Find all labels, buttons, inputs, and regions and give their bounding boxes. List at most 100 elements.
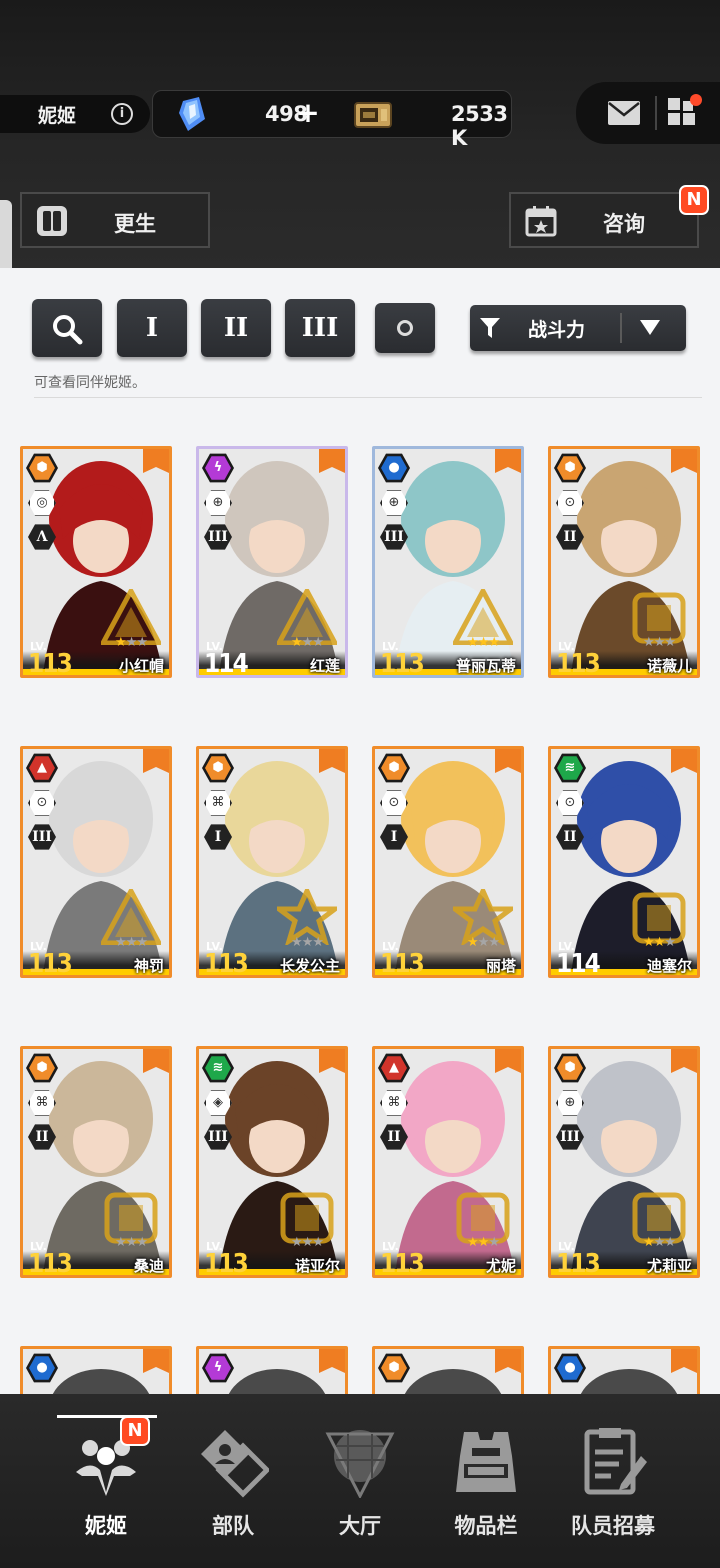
nikke-card[interactable]: LV. 113 ★★★ 尤妮 ▲ ⌘ II (372, 1018, 524, 1278)
nikke-new-badge: N (120, 1416, 150, 1446)
consult-button[interactable]: 咨询 (509, 192, 699, 248)
calendar-icon (525, 206, 557, 237)
notification-dot (690, 94, 702, 106)
nav-lobby[interactable]: 大厅 (288, 1394, 432, 1568)
level-value: 113 (204, 1249, 249, 1278)
character-name: 普丽瓦蒂 (455, 657, 516, 675)
character-name: 小红帽 (118, 657, 164, 675)
filter-burst-2[interactable]: II (201, 299, 271, 357)
level-value: 113 (204, 949, 249, 978)
star-rating: ★★★ (115, 1235, 148, 1250)
star-rating: ★★★ (467, 935, 500, 950)
character-name: 长发公主 (279, 957, 340, 975)
divider (655, 96, 657, 130)
card-frame: LV. 113 ★★★ 诺亚尔 ≋ ◈ III (196, 1046, 348, 1278)
nikke-card-partial[interactable]: ϟ (196, 1318, 348, 1394)
nikke-card[interactable]: LV. 113 ★★★ 桑迪 ⬢ ⌘ II (20, 1018, 172, 1278)
nav-squad-label: 部队 (212, 1514, 254, 1538)
nikke-card[interactable]: LV. 114 ★★★ 红莲 ϟ ⊕ III (196, 418, 348, 678)
nikke-card-partial[interactable]: ● (20, 1318, 172, 1394)
level-value: 113 (28, 1249, 73, 1278)
mail-icon[interactable] (608, 101, 640, 125)
card-frame: LV. 113 ★★★ 尤莉亚 ⬢ ⊕ III (548, 1046, 700, 1278)
credit-icon (354, 102, 392, 128)
nav-squad[interactable]: 部队 (161, 1394, 305, 1568)
search-button[interactable] (32, 299, 102, 357)
nikke-card-partial[interactable]: ⬢ (372, 1318, 524, 1394)
level-value: 114 (204, 649, 249, 678)
filter-funnel-icon (480, 318, 500, 338)
player-name: 妮姬 (38, 104, 77, 127)
nikke-card-partial[interactable]: ● (548, 1318, 700, 1394)
nav-lobby-label: 大厅 (339, 1514, 381, 1538)
sort-dropdown[interactable]: 战斗力 (470, 305, 686, 351)
card-frame: LV. 113 ★★★ 普丽瓦蒂 ● ⊕ III (372, 446, 524, 678)
nav-inventory[interactable]: 物品栏 (414, 1394, 558, 1568)
top-right-cluster (576, 82, 720, 144)
add-gems-button[interactable]: + (293, 95, 323, 131)
level-value: 113 (380, 649, 425, 678)
bottom-nav: N 妮姬 部队 大厅 物品栏 队员招募 (0, 1394, 720, 1568)
card-frame: ● (548, 1346, 700, 1394)
star-rating: ★★★ (115, 635, 148, 650)
character-name: 神罚 (133, 957, 164, 975)
player-name-pill[interactable]: 妮姬 i (0, 95, 150, 133)
nikke-card[interactable]: LV. 113 ★★★ 丽塔 ⬢ ⊙ I (372, 718, 524, 978)
star-rating: ★★★ (467, 1235, 500, 1250)
character-name: 红莲 (309, 657, 340, 675)
card-frame: ϟ (196, 1346, 348, 1394)
nikke-card[interactable]: LV. 113 ★★★ 长发公主 ⬢ ⌘ I (196, 718, 348, 978)
character-name: 诺薇儿 (646, 657, 692, 675)
card-frame: LV. 113 ★★★ 桑迪 ⬢ ⌘ II (20, 1046, 172, 1278)
rebirth-label: 更生 (114, 212, 156, 236)
star-rating: ★★★ (643, 1235, 676, 1250)
nav-recruit[interactable]: 队员招募 (541, 1394, 685, 1568)
consult-label: 咨询 (603, 212, 645, 236)
card-frame: ⬢ (372, 1346, 524, 1394)
level-value: 113 (380, 1249, 425, 1278)
info-icon[interactable]: i (111, 103, 133, 125)
character-name: 迪塞尔 (646, 957, 692, 975)
card-frame: LV. 113 ★★★ 尤妮 ▲ ⌘ II (372, 1046, 524, 1278)
filter-burst-1[interactable]: I (117, 299, 187, 357)
star-rating: ★★★ (115, 935, 148, 950)
nikke-card[interactable]: LV. 113 ★★★ 神罚 ▲ ⊙ III (20, 718, 172, 978)
card-frame: LV. 113 ★★★ 神罚 ▲ ⊙ III (20, 746, 172, 978)
nikke-card[interactable]: LV. 114 ★★★ 迪塞尔 ≋ ⊙ II (548, 718, 700, 978)
star-rating: ★★★ (467, 635, 500, 650)
divider (620, 313, 622, 343)
chevron-down-icon (640, 320, 660, 335)
search-icon (53, 315, 83, 345)
rebirth-button[interactable]: 更生 (20, 192, 210, 248)
inventory-icon (456, 1432, 516, 1492)
nav-nikke[interactable]: N 妮姬 (34, 1394, 178, 1568)
star-rating: ★★★ (291, 935, 324, 950)
nikke-card[interactable]: LV. 113 ★★★ 尤莉亚 ⬢ ⊕ III (548, 1018, 700, 1278)
nikke-card[interactable]: LV. 113 ★★★ 小红帽 ⬢ ◎ Λ (20, 418, 172, 678)
nikke-card[interactable]: LV. 113 ★★★ 诺薇儿 ⬢ ⊙ II (548, 418, 700, 678)
card-frame: LV. 113 ★★★ 诺薇儿 ⬢ ⊙ II (548, 446, 700, 678)
filter-burst-3[interactable]: III (285, 299, 355, 357)
card-frame: LV. 114 ★★★ 迪塞尔 ≋ ⊙ II (548, 746, 700, 978)
star-rating: ★★★ (291, 1235, 324, 1250)
filter-all-button[interactable] (375, 303, 435, 353)
lobby-icon (325, 1430, 395, 1498)
card-frame: ● (20, 1346, 172, 1394)
character-name: 丽塔 (485, 957, 516, 975)
nav-nikke-label: 妮姬 (85, 1514, 127, 1538)
character-name: 桑迪 (133, 1257, 164, 1275)
nav-inventory-label: 物品栏 (454, 1514, 518, 1538)
nikke-card[interactable]: LV. 113 ★★★ 诺亚尔 ≋ ◈ III (196, 1018, 348, 1278)
sort-label: 战斗力 (528, 319, 586, 341)
nikke-list-panel: I II III 战斗力 可查看同伴妮姬。 LV. 113 ★★★ 小红帽 ⬢ ◎ Λ LV.… (0, 268, 720, 1394)
card-frame: LV. 114 ★★★ 红莲 ϟ ⊕ III (196, 446, 348, 678)
credit-count: 2533 K (451, 102, 508, 150)
star-rating: ★★★ (643, 935, 676, 950)
card-frame: LV. 113 ★★★ 长发公主 ⬢ ⌘ I (196, 746, 348, 978)
card-frame: LV. 113 ★★★ 小红帽 ⬢ ◎ Λ (20, 446, 172, 678)
character-name: 尤莉亚 (646, 1257, 692, 1275)
squad-icon (201, 1430, 269, 1498)
circle-icon (397, 320, 413, 336)
nikke-card[interactable]: LV. 113 ★★★ 普丽瓦蒂 ● ⊕ III (372, 418, 524, 678)
currency-bar: 498 + 2533 K (152, 90, 512, 150)
